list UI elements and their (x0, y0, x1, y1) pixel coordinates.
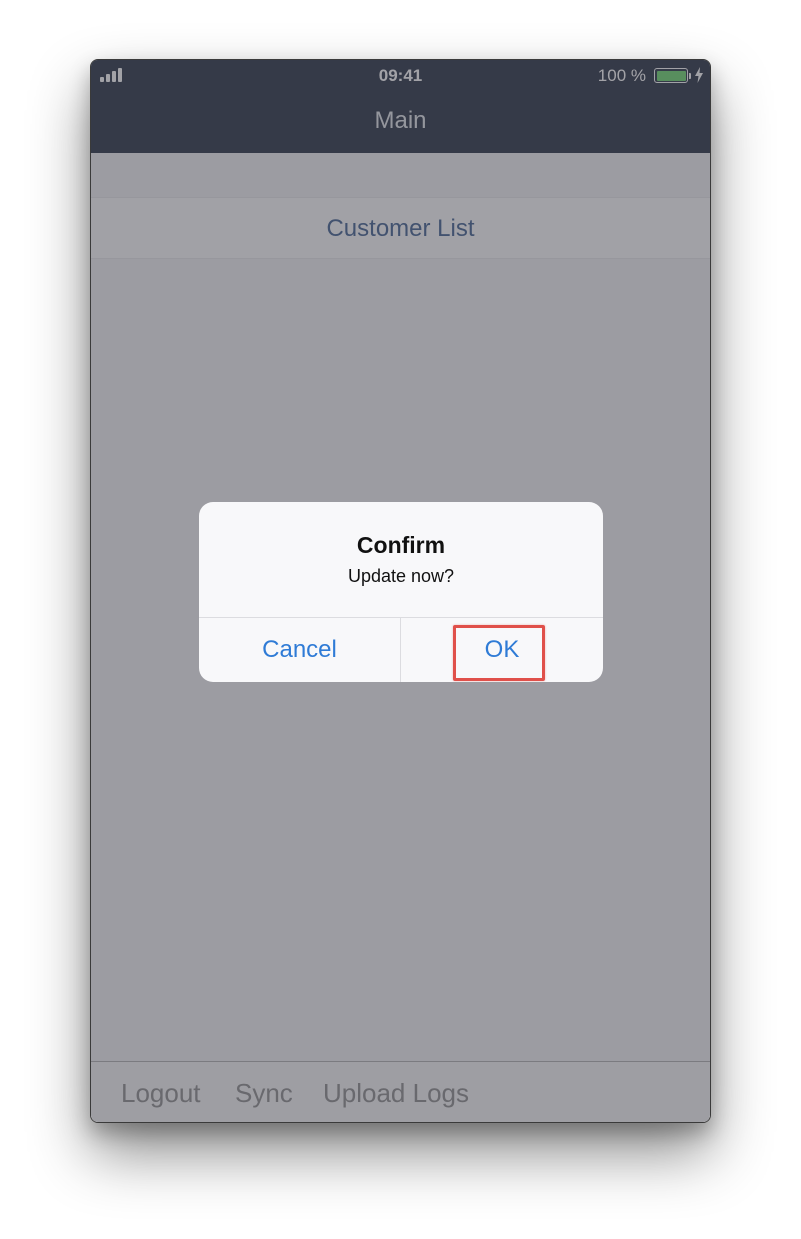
ok-button[interactable]: OK (401, 618, 603, 682)
dialog-title: Confirm (356, 532, 446, 558)
dialog-message: Update now? (347, 566, 455, 586)
dialog-button-row: Cancel OK (199, 617, 603, 682)
confirm-dialog: Confirm Update now? Cancel OK (199, 502, 603, 682)
phone-screen: 09:41 100 % Main Customer List Logout Sy… (90, 59, 711, 1123)
cancel-button[interactable]: Cancel (199, 618, 401, 682)
